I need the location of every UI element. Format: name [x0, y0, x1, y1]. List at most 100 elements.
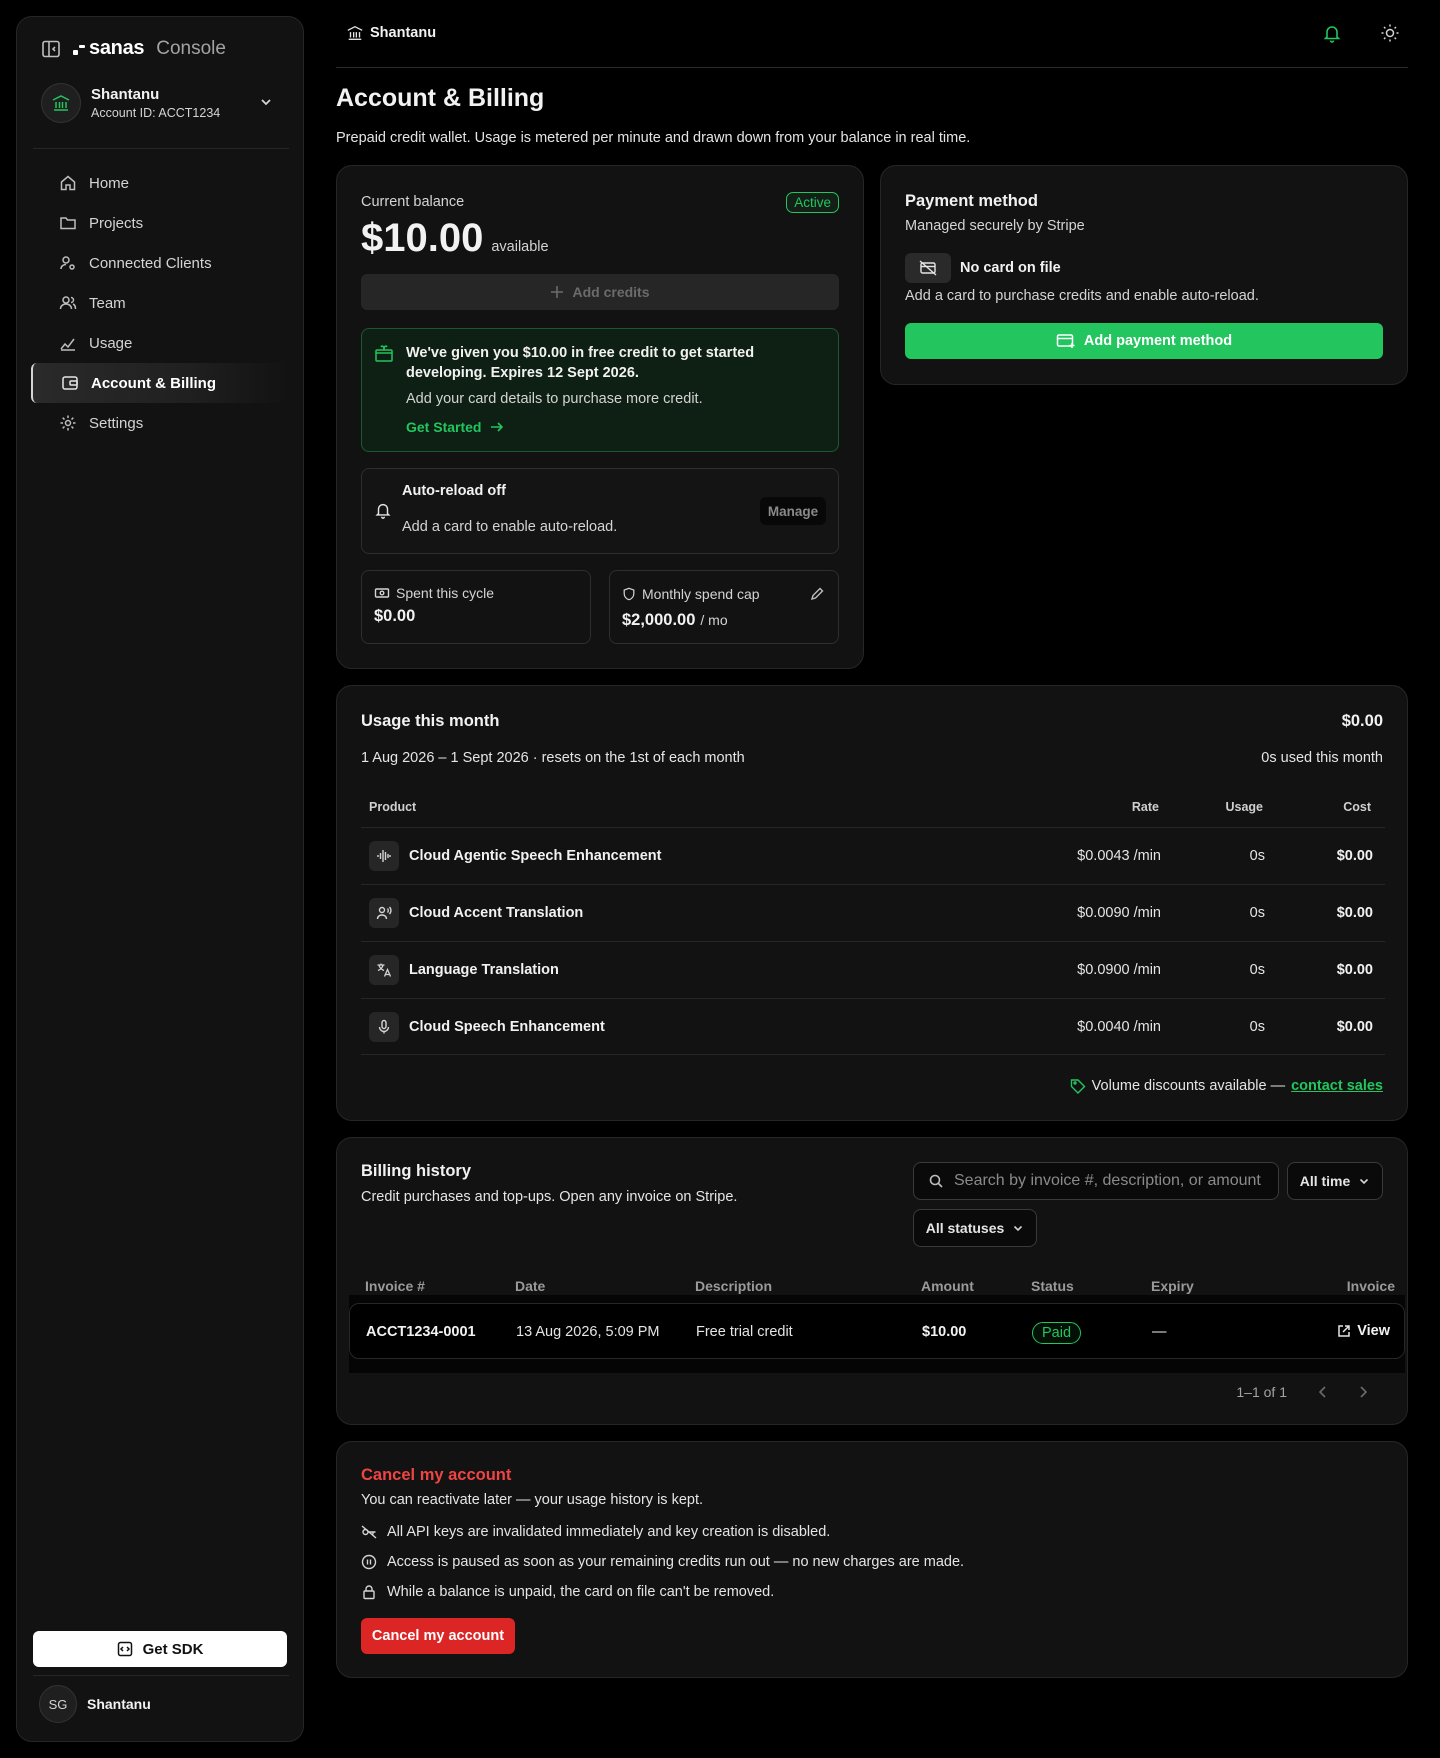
product-usage: 0s [1249, 905, 1265, 921]
tag-icon [1070, 1078, 1086, 1094]
balance-suffix: available [491, 239, 549, 255]
auto-reload-title: Auto-reload off [402, 483, 506, 499]
discount-text: Volume discounts available — [1091, 1078, 1286, 1094]
breadcrumb-label: Shantanu [370, 25, 437, 41]
team-icon [59, 294, 77, 312]
column-header-date: Date [515, 1278, 546, 1294]
list-item: All API keys are invalidated immediately… [361, 1524, 830, 1540]
sidebar-item-settings[interactable]: Settings [31, 403, 289, 443]
pencil-icon[interactable] [810, 587, 824, 601]
auto-reload-body: Add a card to enable auto-reload. [402, 519, 618, 535]
volume-discount-note: Volume discounts available — contact sal… [1070, 1078, 1383, 1094]
account-name: Shantanu [91, 86, 160, 103]
spent-value: $0.00 [374, 607, 416, 625]
table-row[interactable]: ACCT1234-0001 13 Aug 2026, 5:09 PM Free … [349, 1303, 1405, 1359]
invoice-table: ACCT1234-0001 13 Aug 2026, 5:09 PM Free … [349, 1295, 1405, 1373]
payment-title: Payment method [905, 192, 1038, 210]
invoice-date: 13 Aug 2026, 5:09 PM [516, 1324, 660, 1340]
usage-title: Usage this month [361, 712, 500, 730]
promo-body: Add your card details to purchase more c… [406, 391, 703, 407]
translate-icon [369, 955, 399, 985]
shield-icon [622, 587, 636, 601]
product-rate: $0.0043 /min [1077, 848, 1161, 864]
invoice-description: Free trial credit [696, 1324, 793, 1340]
collapse-sidebar-icon[interactable] [41, 39, 61, 59]
get-started-link[interactable]: Get Started [406, 419, 505, 435]
breadcrumb[interactable]: Shantanu [346, 24, 436, 42]
view-invoice-link[interactable]: View [1337, 1323, 1390, 1339]
chevron-down-icon[interactable] [259, 95, 273, 109]
time-filter-dropdown[interactable]: All time [1287, 1162, 1383, 1200]
status-filter-label: All statuses [925, 1220, 1005, 1236]
product-usage: 0s [1249, 962, 1265, 978]
spent-label: Spent this cycle [396, 585, 495, 601]
product-cost: $0.00 [1336, 1019, 1373, 1035]
gift-icon [374, 343, 394, 363]
cancel-bullet-text: All API keys are invalidated immediately… [387, 1524, 831, 1540]
spent-this-cycle-card: Spent this cycle $0.00 [361, 570, 591, 644]
sidebar-item-label: Settings [89, 414, 144, 432]
product-usage: 0s [1249, 1019, 1265, 1035]
product-rate: $0.0040 /min [1077, 1019, 1161, 1035]
sidebar-item-account-billing[interactable]: Account & Billing [31, 363, 289, 403]
add-payment-method-button[interactable]: Add payment method [905, 323, 1383, 359]
billing-history-card: Billing history Credit purchases and top… [336, 1137, 1408, 1425]
payment-body: Add a card to purchase credits and enabl… [905, 288, 1259, 304]
sun-icon[interactable] [1380, 23, 1400, 43]
chevron-right-icon[interactable] [1355, 1384, 1371, 1400]
get-sdk-button[interactable]: Get SDK [33, 1631, 287, 1667]
lock-icon [361, 1584, 377, 1600]
wallet-icon [61, 374, 79, 392]
cancel-account-button[interactable]: Cancel my account [361, 1618, 515, 1654]
sidebar: sanas Console Shantanu Account ID: ACCT1… [16, 16, 304, 1742]
column-header-rate: Rate [1131, 800, 1159, 814]
balance-label: Current balance [361, 194, 465, 210]
table-row: Language Translation $0.0900 /min 0s $0.… [361, 941, 1385, 998]
page-title: Account & Billing [336, 84, 545, 112]
cancel-subtitle: You can reactivate later — your usage hi… [361, 1492, 704, 1508]
free-credit-banner: We've given you $10.00 in free credit to… [361, 328, 839, 452]
sidebar-item-home[interactable]: Home [31, 163, 289, 203]
get-sdk-label: Get SDK [142, 1640, 204, 1658]
sidebar-item-projects[interactable]: Projects [31, 203, 289, 243]
user-menu[interactable]: SG Shantanu [39, 1685, 151, 1723]
column-header-status: Status [1031, 1278, 1074, 1294]
contact-sales-link[interactable]: contact sales [1291, 1078, 1383, 1094]
product-name: Cloud Accent Translation [409, 905, 584, 921]
sidebar-item-label: Usage [89, 334, 133, 352]
account-switcher[interactable]: Shantanu Account ID: ACCT1234 [41, 73, 281, 133]
balance-amount: $10.00 [361, 216, 484, 260]
sidebar-item-team[interactable]: Team [31, 283, 289, 323]
spent-label-row: Spent this cycle [374, 585, 494, 601]
cancel-title: Cancel my account [361, 1466, 512, 1484]
product-name: Cloud Speech Enhancement [409, 1019, 605, 1035]
bank-icon [346, 24, 364, 42]
users-gear-icon [59, 254, 77, 272]
folder-icon [59, 214, 77, 232]
sidebar-item-connected-clients[interactable]: Connected Clients [31, 243, 289, 283]
sidebar-item-label: Home [89, 174, 130, 192]
auto-reload-panel: Auto-reload off Add a card to enable aut… [361, 468, 839, 554]
usage-used: 0s used this month [1261, 750, 1383, 766]
cap-label-row: Monthly spend cap [622, 586, 760, 602]
external-link-icon [1337, 1324, 1351, 1338]
search-input[interactable] [954, 1172, 1264, 1190]
status-filter-dropdown[interactable]: All statuses [913, 1209, 1037, 1247]
promo-heading: We've given you $10.00 in free credit to… [406, 343, 754, 383]
table-row: Cloud Agentic Speech Enhancement $0.0043… [361, 827, 1385, 884]
invoice-search [913, 1162, 1279, 1200]
manage-button[interactable]: Manage [760, 497, 826, 525]
column-header-usage: Usage [1225, 800, 1263, 814]
bell-icon[interactable] [1322, 23, 1342, 43]
brand-suffix: Console [156, 37, 226, 59]
sidebar-nav: Home Projects Connected Clients Team Usa… [31, 163, 289, 443]
cap-label: Monthly spend cap [642, 586, 760, 602]
column-header-product: Product [369, 800, 417, 814]
chevron-left-icon[interactable] [1315, 1384, 1331, 1400]
sidebar-item-usage[interactable]: Usage [31, 323, 289, 363]
table-row: Cloud Accent Translation $0.0090 /min 0s… [361, 884, 1385, 941]
table-row: Cloud Speech Enhancement $0.0040 /min 0s… [361, 998, 1385, 1055]
column-header-cost: Cost [1343, 800, 1371, 814]
add-credits-button[interactable]: Add credits [361, 274, 839, 310]
user-name: Shantanu [87, 1696, 151, 1712]
